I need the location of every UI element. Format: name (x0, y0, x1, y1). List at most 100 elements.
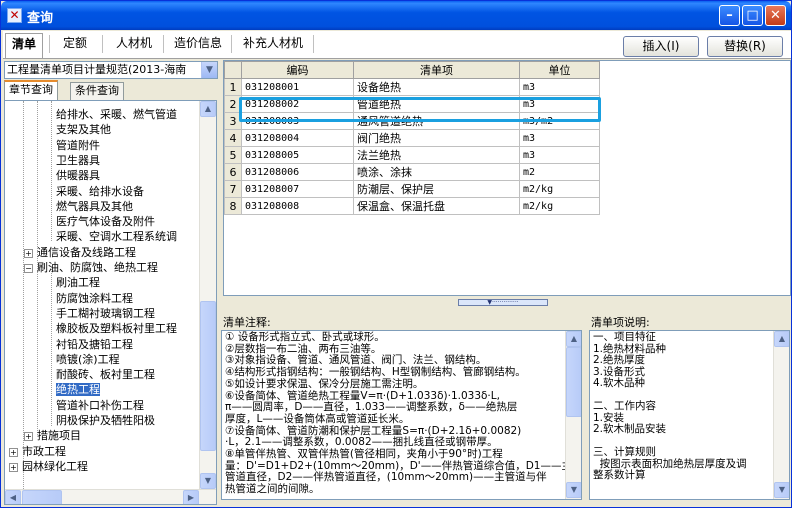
tree-item-label: 采暖、空调水工程系统调 (56, 230, 177, 244)
scroll-thumb[interactable] (566, 347, 581, 417)
tree-item[interactable]: 阴极保护及牺牲阳极 (56, 413, 155, 428)
expand-icon[interactable]: + (9, 447, 18, 457)
tree-item[interactable]: + 园林绿化工程 (9, 459, 88, 474)
tree-item-label: 橡胶板及塑料板衬里工程 (56, 322, 177, 336)
tree-item[interactable]: − 刷油、防腐蚀、绝热工程 (24, 260, 158, 275)
expand-icon[interactable]: + (9, 462, 18, 472)
insert-button[interactable]: 插入(I) (623, 36, 699, 57)
notes-scrollbar[interactable]: ▲ ▼ (565, 331, 581, 499)
tree-item[interactable]: 橡胶板及塑料板衬里工程 (56, 321, 177, 336)
description-line: 2.软木制品安装 (593, 423, 667, 435)
tree-item[interactable]: 医疗气体设备及附件 (56, 214, 155, 229)
tree-item[interactable]: 卫生器具 (56, 153, 100, 168)
unit-header[interactable]: 单位 (519, 61, 600, 79)
scroll-down-icon[interactable]: ▼ (200, 473, 216, 489)
tree-item[interactable]: 燃气器具及其他 (56, 199, 133, 214)
tree-item[interactable]: 喷镀(涂)工程 (56, 352, 120, 367)
scroll-down-icon[interactable]: ▼ (566, 482, 581, 498)
description-text: 一、项目特征 1.绝热材料品种 2.绝热厚度 3.设备形式 4.软木品种 二、工作内容 1… (593, 331, 747, 482)
note-line: ⑤如设计要求保温、保冷分层施工需注明。 (225, 377, 424, 390)
tree-item-label: 手工糊衬玻璃钢工程 (56, 306, 155, 320)
scroll-right-icon[interactable]: ▶ (183, 490, 199, 504)
tab-bill[interactable]: 清单 (5, 33, 43, 58)
tree-item-label: 医疗气体设备及附件 (56, 215, 155, 229)
notes-box[interactable]: ① 设备形式指立式、卧式或球形。 ②层数指一布二油、两布三油等。 ③对象指设备、管道… (221, 330, 582, 500)
close-icon[interactable]: ✕ (765, 5, 786, 26)
scroll-thumb[interactable] (200, 301, 216, 451)
maximize-icon[interactable]: □ (742, 5, 763, 26)
item-cell: 设备绝热 (353, 78, 520, 96)
unit-cell: m2 (519, 163, 600, 181)
tree-horizontal-scrollbar[interactable]: ◀ ▶ (5, 489, 216, 504)
item-header[interactable]: 清单项 (353, 61, 520, 79)
tree-item[interactable]: 给排水、采暖、燃气管道 (56, 107, 177, 122)
scroll-up-icon[interactable]: ▲ (200, 101, 216, 117)
expand-icon[interactable]: + (24, 432, 33, 442)
tab-chapter-query[interactable]: 章节查询 (4, 80, 58, 100)
tree-item[interactable]: + 措施项目 (24, 428, 81, 443)
table-row[interactable]: 7 031208007 防潮层、保护层 m2/kg (224, 180, 600, 198)
description-line: 2.绝热厚度 (593, 354, 646, 366)
hscroll-thumb[interactable] (22, 490, 62, 504)
tree-item-label: 供暖器具 (56, 169, 100, 183)
description-line: 三、计算规则 (593, 446, 656, 458)
note-line: ⑧单管伴热管、双管伴热管(管径相同，夹角小于90°时)工程 (225, 448, 503, 461)
splitter-handle[interactable]: ▼·············· (458, 299, 548, 306)
row-number: 5 (224, 146, 242, 164)
scroll-down-icon[interactable]: ▼ (774, 482, 789, 498)
unit-cell: m2/kg (519, 197, 600, 215)
tree-item-selected[interactable]: 绝热工程 (56, 382, 100, 397)
description-line: 整系数计算 (593, 469, 646, 481)
row-number: 8 (224, 197, 242, 215)
tree-item[interactable]: + 通信设备及线路工程 (24, 245, 136, 260)
table-row[interactable]: 1 031208001 设备绝热 m3 (224, 78, 600, 96)
item-cell: 喷涂、涂抹 (353, 163, 520, 181)
scroll-up-icon[interactable]: ▲ (566, 331, 581, 347)
tree-item[interactable]: 供暖器具 (56, 168, 100, 183)
minimize-icon[interactable]: – (719, 5, 740, 26)
table-row[interactable]: 5 031208005 法兰绝热 m3 (224, 146, 600, 164)
tab-quota[interactable]: 定额 (53, 33, 97, 55)
tree-item-label: 耐酸砖、板衬里工程 (56, 368, 155, 382)
tab-labor-material-machine[interactable]: 人材机 (106, 33, 162, 55)
replace-button[interactable]: 替换(R) (707, 36, 783, 57)
tree-item[interactable]: 支架及其他 (56, 122, 111, 137)
main-tab-bar: 清单 定额 人材机 造价信息 补充人材机 插入(I) 替换(R) (3, 31, 791, 59)
desc-label: 清单项说明: (591, 316, 650, 329)
tab-price-info[interactable]: 造价信息 (166, 33, 230, 55)
tree-item[interactable]: 管道附件 (56, 138, 100, 153)
code-header[interactable]: 编码 (241, 61, 354, 79)
tree-item-label: 阴极保护及牺牲阳极 (56, 414, 155, 427)
tab-supplement[interactable]: 补充人材机 (235, 33, 311, 55)
unit-cell: m3 (519, 129, 600, 147)
scroll-up-icon[interactable]: ▲ (774, 331, 789, 347)
unit-cell: m3 (519, 78, 600, 96)
tree-item[interactable]: 衬铅及搪铅工程 (56, 337, 133, 352)
chevron-down-icon[interactable]: ▼ (201, 62, 217, 78)
table-row[interactable]: 8 031208008 保温盒、保温托盘 m2/kg (224, 197, 600, 215)
table-row[interactable]: 4 031208004 阀门绝热 m3 (224, 129, 600, 147)
tree-vertical-scrollbar[interactable]: ▲ ▼ (199, 101, 216, 489)
description-line: 4.软木品种 (593, 377, 646, 389)
row-number-header (224, 61, 242, 79)
title-bar[interactable]: ✕ 查询 – □ ✕ (1, 1, 791, 30)
description-box[interactable]: 一、项目特征 1.绝热材料品种 2.绝热厚度 3.设备形式 4.软木品种 二、工作内容 1… (589, 330, 790, 500)
code-cell: 031208005 (241, 146, 354, 164)
tree-item[interactable]: 管道补口补伤工程 (56, 398, 144, 413)
tree-item[interactable]: 耐酸砖、板衬里工程 (56, 367, 155, 382)
collapse-icon[interactable]: − (24, 264, 33, 273)
bill-items-table[interactable]: 编码 清单项 单位 1 031208001 设备绝热 m3 2 031208002 管道绝热… (223, 60, 791, 296)
table-row[interactable]: 6 031208006 喷涂、涂抹 m2 (224, 163, 600, 181)
tree-item[interactable]: 采暖、给排水设备 (56, 184, 144, 199)
tab-condition-query[interactable]: 条件查询 (70, 82, 124, 100)
chapter-tree[interactable]: ▲ ▼ ◀ ▶ 给排水、采暖、燃气管道 支架及其他 管道附件 卫生器具 供暖器具 采暖、给… (4, 100, 217, 505)
scroll-left-icon[interactable]: ◀ (5, 490, 21, 504)
description-scrollbar[interactable]: ▲ ▼ (773, 331, 789, 499)
tree-item[interactable]: 刷油工程 (56, 275, 100, 290)
tree-item[interactable]: 防腐蚀涂料工程 (56, 291, 133, 306)
expand-icon[interactable]: + (24, 248, 33, 258)
spec-select[interactable]: 工程量清单项目计量规范(2013-海南 ▼ (4, 61, 218, 79)
tree-item[interactable]: 手工糊衬玻璃钢工程 (56, 306, 155, 321)
tree-item[interactable]: 采暖、空调水工程系统调 (56, 229, 177, 244)
tree-item[interactable]: + 市政工程 (9, 444, 66, 459)
